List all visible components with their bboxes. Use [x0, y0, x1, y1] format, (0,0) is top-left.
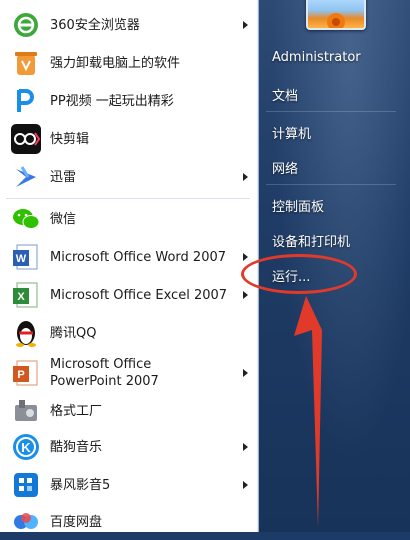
- red-arrow-icon: [294, 296, 322, 528]
- annotation-arrow: [294, 296, 322, 528]
